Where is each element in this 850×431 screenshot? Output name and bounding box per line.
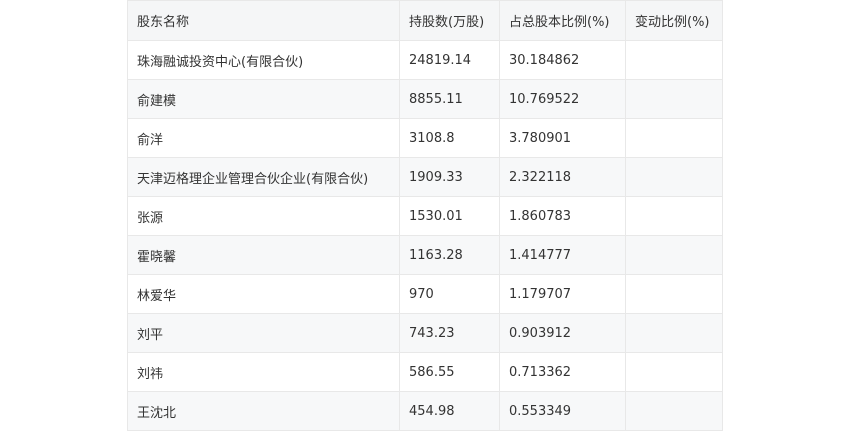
cell-change-ratio bbox=[625, 40, 723, 80]
cell-shares-held: 1530.01 bbox=[399, 196, 500, 236]
cell-share-ratio: 1.860783 bbox=[499, 196, 626, 236]
cell-shares-held: 1163.28 bbox=[399, 235, 500, 275]
cell-shares-held: 24819.14 bbox=[399, 40, 500, 80]
cell-share-ratio: 30.184862 bbox=[499, 40, 626, 80]
cell-change-ratio bbox=[625, 118, 723, 158]
table-row: 霍晓馨 1163.28 1.414777 bbox=[127, 235, 723, 275]
cell-shares-held: 586.55 bbox=[399, 352, 500, 392]
shareholder-table: 股东名称 持股数(万股) 占总股本比例(%) 变动比例(%) 珠海融诚投资中心(… bbox=[127, 0, 723, 431]
cell-share-ratio: 3.780901 bbox=[499, 118, 626, 158]
cell-shareholder-name: 天津迈格理企业管理合伙企业(有限合伙) bbox=[127, 157, 400, 197]
cell-shares-held: 1909.33 bbox=[399, 157, 500, 197]
table-row: 刘平 743.23 0.903912 bbox=[127, 313, 723, 353]
cell-shareholder-name: 珠海融诚投资中心(有限合伙) bbox=[127, 40, 400, 80]
header-shares-held: 持股数(万股) bbox=[399, 0, 500, 41]
table-header: 股东名称 持股数(万股) 占总股本比例(%) 变动比例(%) bbox=[127, 0, 723, 41]
cell-shares-held: 970 bbox=[399, 274, 500, 314]
cell-share-ratio: 0.713362 bbox=[499, 352, 626, 392]
table-row: 王沈北 454.98 0.553349 bbox=[127, 391, 723, 431]
cell-share-ratio: 1.414777 bbox=[499, 235, 626, 275]
cell-share-ratio: 0.553349 bbox=[499, 391, 626, 431]
cell-change-ratio bbox=[625, 157, 723, 197]
cell-shareholder-name: 刘平 bbox=[127, 313, 400, 353]
table-body: 珠海融诚投资中心(有限合伙) 24819.14 30.184862 俞建模 88… bbox=[127, 40, 723, 431]
cell-change-ratio bbox=[625, 235, 723, 275]
cell-shareholder-name: 林爱华 bbox=[127, 274, 400, 314]
cell-shareholder-name: 刘祎 bbox=[127, 352, 400, 392]
cell-change-ratio bbox=[625, 274, 723, 314]
cell-shareholder-name: 王沈北 bbox=[127, 391, 400, 431]
header-shareholder-name: 股东名称 bbox=[127, 0, 400, 41]
cell-change-ratio bbox=[625, 79, 723, 119]
cell-shareholder-name: 俞洋 bbox=[127, 118, 400, 158]
table-row: 天津迈格理企业管理合伙企业(有限合伙) 1909.33 2.322118 bbox=[127, 157, 723, 197]
cell-shareholder-name: 霍晓馨 bbox=[127, 235, 400, 275]
header-share-ratio: 占总股本比例(%) bbox=[499, 0, 626, 41]
cell-share-ratio: 10.769522 bbox=[499, 79, 626, 119]
table-header-row: 股东名称 持股数(万股) 占总股本比例(%) 变动比例(%) bbox=[127, 0, 723, 41]
table-row: 林爱华 970 1.179707 bbox=[127, 274, 723, 314]
table-row: 刘祎 586.55 0.713362 bbox=[127, 352, 723, 392]
cell-change-ratio bbox=[625, 196, 723, 236]
cell-change-ratio bbox=[625, 313, 723, 353]
cell-shareholder-name: 俞建模 bbox=[127, 79, 400, 119]
header-change-ratio: 变动比例(%) bbox=[625, 0, 723, 41]
shareholder-table-container: 股东名称 持股数(万股) 占总股本比例(%) 变动比例(%) 珠海融诚投资中心(… bbox=[127, 0, 723, 431]
table-row: 珠海融诚投资中心(有限合伙) 24819.14 30.184862 bbox=[127, 40, 723, 80]
cell-share-ratio: 2.322118 bbox=[499, 157, 626, 197]
cell-shares-held: 8855.11 bbox=[399, 79, 500, 119]
cell-shares-held: 743.23 bbox=[399, 313, 500, 353]
cell-shares-held: 454.98 bbox=[399, 391, 500, 431]
cell-share-ratio: 1.179707 bbox=[499, 274, 626, 314]
cell-change-ratio bbox=[625, 352, 723, 392]
table-row: 俞洋 3108.8 3.780901 bbox=[127, 118, 723, 158]
cell-share-ratio: 0.903912 bbox=[499, 313, 626, 353]
table-row: 俞建模 8855.11 10.769522 bbox=[127, 79, 723, 119]
cell-shareholder-name: 张源 bbox=[127, 196, 400, 236]
table-row: 张源 1530.01 1.860783 bbox=[127, 196, 723, 236]
cell-change-ratio bbox=[625, 391, 723, 431]
cell-shares-held: 3108.8 bbox=[399, 118, 500, 158]
